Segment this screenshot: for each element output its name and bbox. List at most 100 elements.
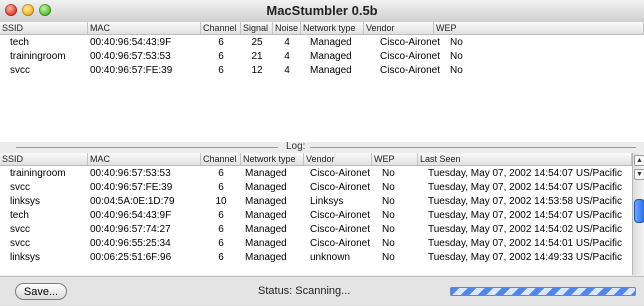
app-window: MacStumbler 0.5b SSID MAC Channel Signal Noi… [0,0,644,306]
table-cell: 00:40:96:54:43:9F [90,210,172,221]
table-cell: Tuesday, May 07, 2002 14:54:02 US/Pacifi… [428,224,622,235]
table-cell: 4 [284,65,290,76]
footer-bar: Save... Status: Scanning... [0,276,644,306]
table-cell: 00:04:5A:0E:1D:79 [90,196,175,207]
column-header[interactable]: SSID [0,153,88,165]
table-cell: No [450,37,463,48]
table-cell: 6 [218,210,224,221]
table-cell: unknown [310,252,351,263]
table-cell: 00:40:96:57:FE:39 [90,182,173,193]
table-cell: Cisco-Aironet [310,210,371,221]
table-cell: 12 [251,65,263,76]
scroll-up-arrow-icon[interactable]: ▲ [634,155,644,166]
table-cell: No [382,252,395,263]
log-separator: Log: [0,142,644,152]
table-cell: Cisco-Aironet [380,65,441,76]
table-cell: Cisco-Aironet [380,37,441,48]
table-cell: 00:40:96:57:53:53 [90,168,171,179]
table-cell: svcc [10,224,30,235]
log-rule-right [310,147,636,148]
table-cell: 6 [218,252,224,263]
table-cell: 6 [218,182,224,193]
log-table[interactable]: SSID MAC Channel Network type Vendor WEP Last … [0,153,632,275]
table-cell: Tuesday, May 07, 2002 14:49:33 US/Pacifi… [428,252,622,263]
table-cell: Tuesday, May 07, 2002 14:54:07 US/Pacifi… [428,210,622,221]
table-cell: No [382,182,395,193]
column-header[interactable]: SSID [0,22,88,34]
table-cell: 00:40:96:55:25:34 [90,238,171,249]
table-cell: 4 [284,37,290,48]
table-cell: 6 [218,224,224,235]
table-cell: Managed [310,37,352,48]
column-header[interactable]: Network type [241,153,304,165]
table-cell: No [450,51,463,62]
column-header[interactable]: Noise [273,22,301,34]
scroll-thumb[interactable] [634,199,644,223]
table-cell: 21 [251,51,263,62]
table-cell: Managed [245,182,287,193]
table-cell: No [382,168,395,179]
table-cell: No [382,210,395,221]
table-cell: 6 [218,65,224,76]
table-cell: 4 [284,51,290,62]
column-header[interactable]: MAC [88,22,201,34]
networks-table-header: SSID MAC Channel Signal Noise Network type Ven… [0,22,644,35]
column-header[interactable]: WEP [434,22,644,34]
column-header[interactable]: Channel [201,153,241,165]
table-cell: 6 [218,37,224,48]
table-cell: Managed [245,238,287,249]
table-cell: No [382,224,395,235]
window-title: MacStumbler 0.5b [266,3,378,18]
table-cell: 25 [251,37,263,48]
table-cell: Tuesday, May 07, 2002 14:53:58 US/Pacifi… [428,196,622,207]
scroll-down-arrow-icon[interactable]: ▼ [634,169,644,180]
column-header[interactable]: Last Seen [418,153,632,165]
table-cell: 6 [218,168,224,179]
table-cell: Managed [245,196,287,207]
table-cell: 00:40:96:54:43:9F [90,37,172,48]
scanning-progress-bar [450,287,636,296]
table-cell: No [382,238,395,249]
log-label: Log: [286,141,306,152]
table-cell: Cisco-Aironet [380,51,441,62]
table-cell: Linksys [310,196,344,207]
table-cell: 6 [218,51,224,62]
table-cell: tech [10,37,29,48]
table-cell: linksys [10,252,41,263]
table-cell: No [382,196,395,207]
table-cell: Cisco-Aironet [310,168,371,179]
table-cell: Tuesday, May 07, 2002 14:54:07 US/Pacifi… [428,182,622,193]
table-cell: No [450,65,463,76]
table-cell: trainingroom [10,168,66,179]
log-scrollbar[interactable]: ▲ ▼ [632,153,644,275]
column-header[interactable]: Vendor [304,153,372,165]
table-cell: 00:40:96:57:FE:39 [90,65,173,76]
table-cell: tech [10,210,29,221]
table-cell: Cisco-Aironet [310,224,371,235]
column-header[interactable]: WEP [372,153,418,165]
networks-table[interactable]: SSID MAC Channel Signal Noise Network type Ven… [0,22,644,142]
table-cell: Managed [245,168,287,179]
table-cell: Managed [310,51,352,62]
table-cell: Tuesday, May 07, 2002 14:54:01 US/Pacifi… [428,238,622,249]
table-cell: 10 [215,196,227,207]
log-table-header: SSID MAC Channel Network type Vendor WEP Last … [0,153,632,166]
table-cell: trainingroom [10,51,66,62]
log-rule-left [16,147,278,148]
save-button[interactable]: Save... [15,283,67,300]
column-header[interactable]: Signal [241,22,273,34]
table-cell: Managed [245,210,287,221]
table-cell: svcc [10,182,30,193]
table-cell: 00:06:25:51:6F:96 [90,252,172,263]
column-header[interactable]: MAC [88,153,201,165]
table-cell: svcc [10,65,30,76]
table-cell: Tuesday, May 07, 2002 14:54:07 US/Pacifi… [428,168,622,179]
title-bar: MacStumbler 0.5b [0,0,644,23]
column-header[interactable]: Channel [201,22,241,34]
table-cell: 00:40:96:57:53:53 [90,51,171,62]
table-cell: Managed [310,65,352,76]
column-header[interactable]: Vendor [364,22,434,34]
column-header[interactable]: Network type [301,22,364,34]
table-cell: Managed [245,224,287,235]
table-cell: 6 [218,238,224,249]
